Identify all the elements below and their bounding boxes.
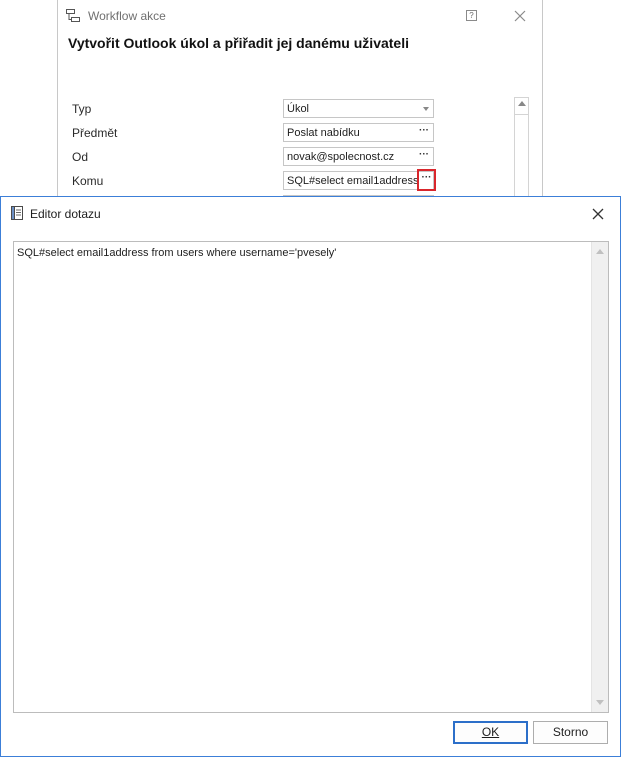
scroll-thumb[interactable]	[515, 114, 528, 205]
query-textarea[interactable]: SQL#select email1address from users wher…	[13, 241, 609, 713]
workflow-icon	[66, 9, 80, 22]
query-text[interactable]: SQL#select email1address from users wher…	[17, 247, 336, 259]
chevron-down-icon	[423, 107, 429, 111]
komu-field[interactable]: SQL#select email1address ···	[283, 169, 436, 191]
workflow-titlebar: Workflow akce ?	[58, 0, 542, 32]
field-label-typ: Typ	[72, 102, 92, 116]
help-icon[interactable]: ?	[466, 10, 477, 21]
ok-button[interactable]: OK	[453, 721, 528, 744]
predmet-field[interactable]: Poslat nabídku ···	[283, 123, 434, 142]
komu-value: SQL#select email1address	[287, 175, 419, 187]
predmet-ellipsis-button[interactable]: ···	[415, 124, 433, 141]
form-scrollbar[interactable]	[514, 97, 529, 200]
scroll-down-icon[interactable]	[596, 700, 604, 705]
od-ellipsis-button[interactable]: ···	[415, 148, 433, 165]
workflow-window-title: Workflow akce	[88, 9, 166, 23]
typ-dropdown[interactable]: Úkol	[283, 99, 434, 118]
cancel-button[interactable]: Storno	[533, 721, 608, 744]
query-editor-window: Editor dotazu SQL#select email1address f…	[0, 196, 621, 757]
komu-ellipsis-button[interactable]: ···	[417, 169, 436, 191]
predmet-value: Poslat nabídku	[287, 127, 360, 139]
action-heading: Vytvořit Outlook úkol a přiřadit jej dan…	[68, 35, 409, 51]
field-label-od: Od	[72, 150, 89, 164]
query-editor-titlebar: Editor dotazu	[1, 197, 620, 231]
scroll-up-icon[interactable]	[596, 249, 604, 254]
field-label-predmet: Předmět	[72, 126, 118, 140]
document-icon	[11, 206, 23, 220]
query-vertical-scrollbar[interactable]	[591, 242, 608, 712]
ok-button-label: OK	[481, 725, 500, 739]
od-field[interactable]: novak@spolecnost.cz ···	[283, 147, 434, 166]
close-icon[interactable]	[591, 207, 605, 221]
close-icon[interactable]	[513, 9, 527, 23]
field-label-komu: Komu	[72, 174, 104, 188]
query-editor-title: Editor dotazu	[30, 207, 101, 221]
scroll-up-icon[interactable]	[518, 101, 526, 106]
workflow-window: Workflow akce ? Vytvořit Outlook úkol a …	[57, 0, 543, 200]
od-value: novak@spolecnost.cz	[287, 151, 395, 163]
typ-value: Úkol	[287, 103, 310, 115]
